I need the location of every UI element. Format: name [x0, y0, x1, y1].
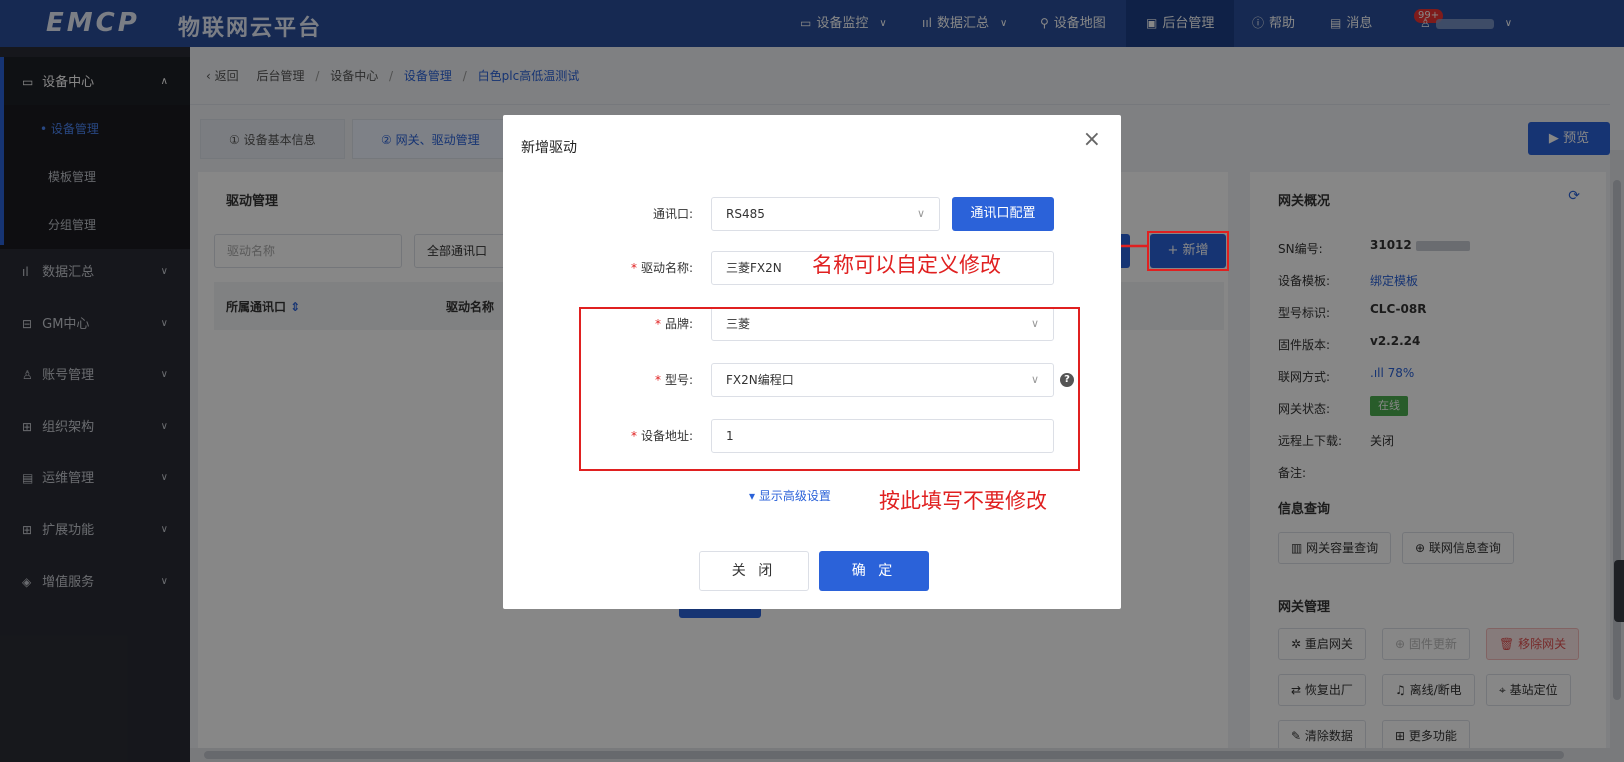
annotation-highlight-box — [1147, 231, 1229, 271]
annotation-fill-note: 按此填写不要修改 — [879, 489, 1047, 513]
caret-down-icon: ▾ — [749, 489, 759, 503]
driver-name-label: * 驱动名称: — [630, 261, 693, 275]
dialog-title: 新增驱动 — [521, 140, 577, 156]
close-icon[interactable]: × — [1083, 127, 1101, 152]
port-select[interactable]: RS485 ∨ — [711, 197, 940, 231]
annotation-name-note: 名称可以自定义修改 — [812, 253, 1001, 277]
port-config-button[interactable]: 通讯口配置 — [952, 197, 1054, 231]
confirm-button[interactable]: 确 定 — [819, 551, 929, 591]
add-driver-dialog: 新增驱动 × 通讯口: RS485 ∨ 通讯口配置 * 驱动名称: 三菱FX2N … — [503, 115, 1121, 609]
chevron-down-icon: ∨ — [916, 207, 925, 220]
annotation-highlight-box — [579, 307, 1080, 471]
close-button[interactable]: 关 闭 — [699, 551, 809, 591]
show-advanced-link[interactable]: ▾ 显示高级设置 — [749, 487, 831, 504]
port-label: 通讯口: — [652, 207, 693, 221]
